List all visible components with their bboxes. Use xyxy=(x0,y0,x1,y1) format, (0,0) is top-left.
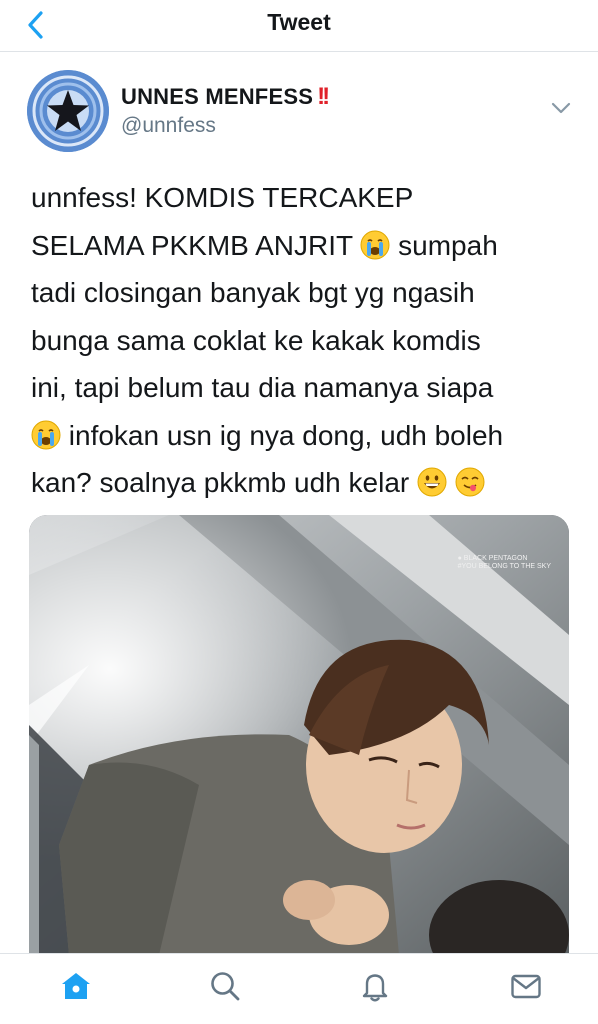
tweet-line: ini, tapi belum tau dia namanya siapa xyxy=(31,364,579,412)
tweet-line: bunga sama coklat ke kakak komdis xyxy=(31,317,579,365)
bell-icon xyxy=(362,974,388,1002)
display-name[interactable]: UNNES MENFESS xyxy=(121,84,313,110)
tab-search[interactable] xyxy=(203,964,247,1008)
tweet-author-header: UNNES MENFESS !! @unnfess xyxy=(0,62,598,158)
search-icon xyxy=(211,972,240,1001)
loudly-crying-face-emoji xyxy=(31,417,61,449)
tweet-text-segment: tadi closingan banyak bgt yg ngasih xyxy=(31,277,475,308)
photo-watermark: ● BLACK PENTAGON #YOU BELONG TO THE SKY xyxy=(458,555,551,571)
tab-home[interactable] xyxy=(54,964,98,1008)
tab-messages[interactable] xyxy=(504,964,548,1008)
tweet-line: tadi closingan banyak bgt yg ngasih xyxy=(31,269,579,317)
home-icon xyxy=(62,973,90,999)
star-logo-icon xyxy=(27,70,109,152)
loudly-crying-face-emoji xyxy=(360,227,390,259)
double-exclamation-emoji: !! xyxy=(317,83,330,110)
tweet-text: unnfess! KOMDIS TERCAKEP SELAMA PKKMB AN… xyxy=(31,174,579,507)
bottom-tab-bar xyxy=(0,953,598,1024)
tweet-line: kan? soalnya pkkmb udh kelar xyxy=(31,459,579,507)
tweet-text-segment: kan? soalnya pkkmb udh kelar xyxy=(31,467,417,498)
tweet-line: infokan usn ig nya dong, udh boleh xyxy=(31,412,579,460)
tweet-text-segment: SELAMA PKKMB ANJRIT xyxy=(31,229,361,261)
tweet-line: SELAMA PKKMB ANJRIT sumpah xyxy=(31,222,579,270)
display-name-row: UNNES MENFESS !! xyxy=(121,83,330,111)
tab-notifications[interactable] xyxy=(353,964,397,1008)
page-title: Tweet xyxy=(267,9,331,35)
tweet-text-segment: infokan usn ig nya dong, udh boleh xyxy=(61,419,504,451)
grinning-face-emoji xyxy=(417,464,447,497)
face-savoring-food-emoji xyxy=(455,464,485,497)
tweet-text-segment: sumpah xyxy=(390,229,498,261)
chevron-down-icon[interactable] xyxy=(546,96,576,120)
watermark-line: #YOU BELONG TO THE SKY xyxy=(457,563,551,570)
avatar[interactable] xyxy=(27,70,109,152)
tweet-photo[interactable]: ● BLACK PENTAGON #YOU BELONG TO THE SKY xyxy=(29,515,569,955)
tweet-text-segment: unnfess! KOMDIS TERCAKEP xyxy=(31,182,414,213)
username[interactable]: @unnfess xyxy=(121,114,216,138)
mail-icon xyxy=(511,974,541,999)
tweet-text-segment: ini, tapi belum tau dia namanya siapa xyxy=(31,372,494,403)
photo-image xyxy=(29,515,569,955)
tweet-line: unnfess! KOMDIS TERCAKEP xyxy=(31,174,579,222)
tweet-text-segment: bunga sama coklat ke kakak komdis xyxy=(31,324,481,356)
watermark-line: ● BLACK PENTAGON xyxy=(457,555,528,562)
top-nav-bar: Tweet xyxy=(0,0,598,52)
